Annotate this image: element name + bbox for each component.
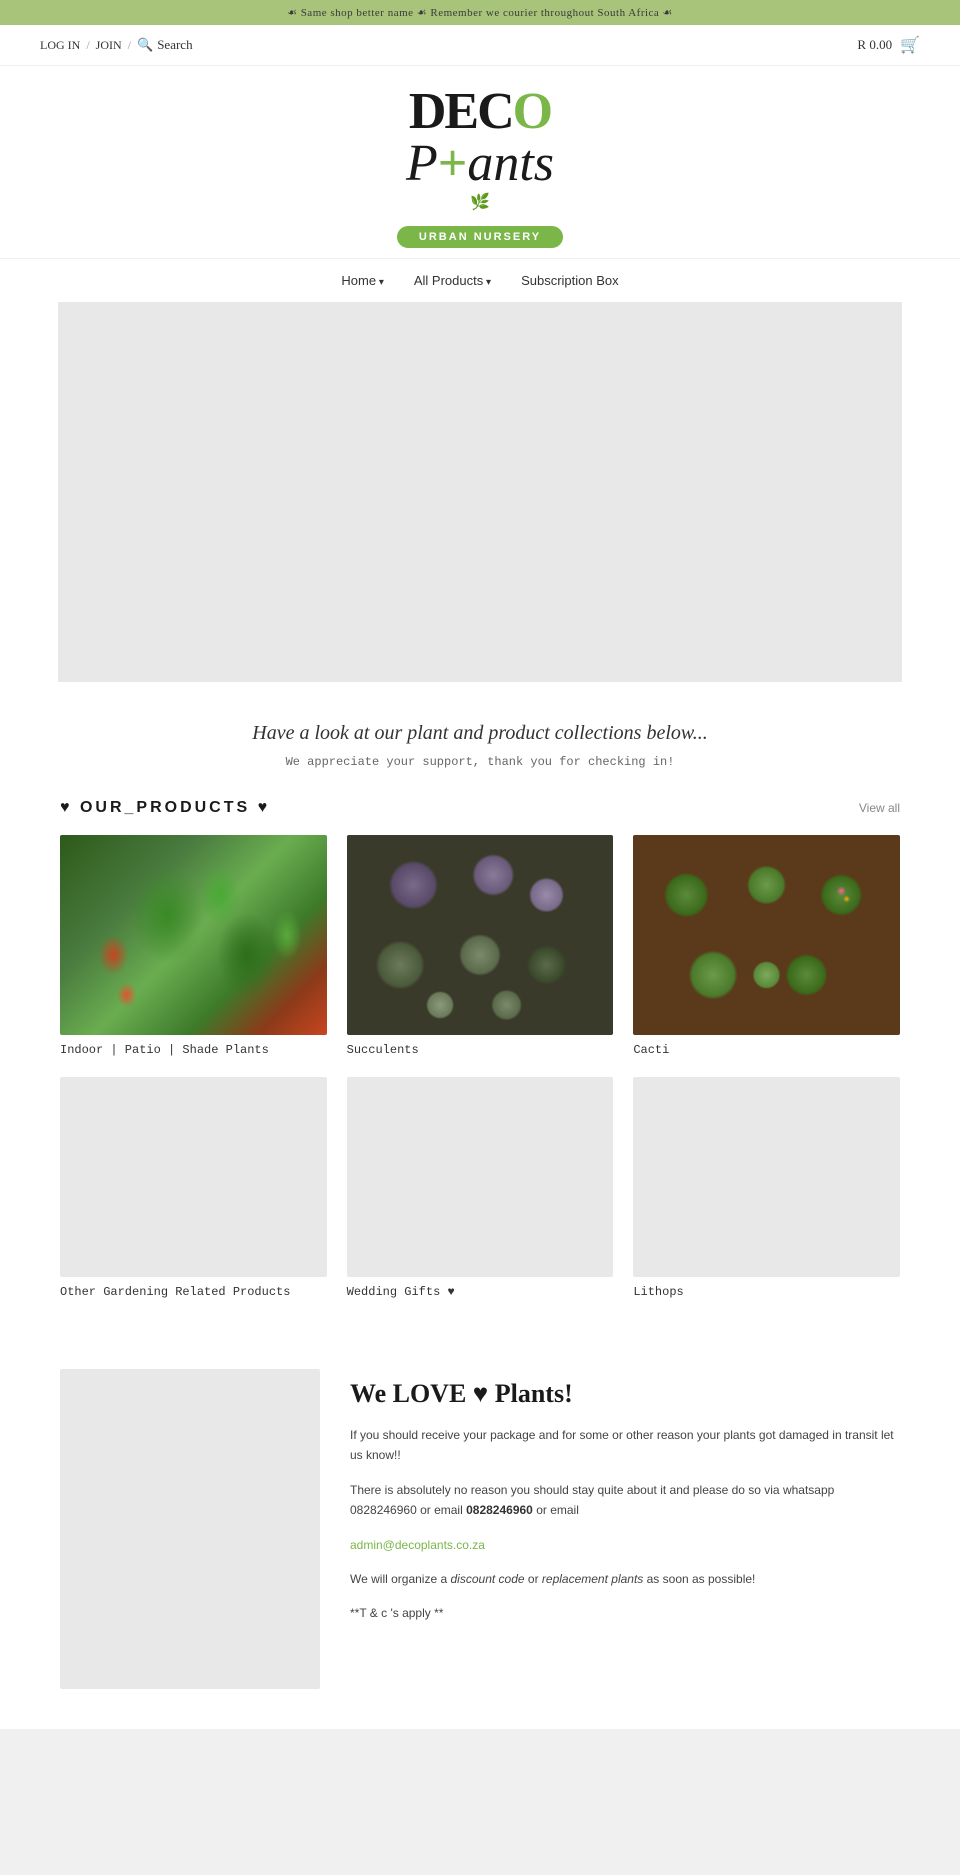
cart-icon[interactable]: 🛒 bbox=[900, 35, 920, 55]
about-p2-or: or email bbox=[536, 1503, 579, 1517]
main-nav: Home All Products Subscription Box bbox=[0, 258, 960, 302]
product-card-indoor[interactable]: Indoor | Patio | Shade Plants bbox=[60, 835, 327, 1057]
logo-ants: ants bbox=[467, 135, 554, 192]
about-paragraph-2: There is absolutely no reason you should… bbox=[350, 1480, 900, 1521]
logo-deco: DECO bbox=[409, 83, 551, 140]
about-email-link[interactable]: admin@decoplants.co.za bbox=[350, 1538, 485, 1552]
intro-section: Have a look at our plant and product col… bbox=[0, 682, 960, 789]
top-banner: ☙ Same shop better name ☙ Remember we co… bbox=[0, 0, 960, 25]
product-label-gardening: Other Gardening Related Products bbox=[60, 1285, 327, 1299]
login-link[interactable]: LOG IN bbox=[40, 38, 80, 53]
nav-home[interactable]: Home bbox=[341, 273, 384, 288]
site-header: LOG IN / JOIN / 🔍 Search R 0.00 🛒 bbox=[0, 25, 960, 66]
product-img-wedding bbox=[347, 1077, 614, 1277]
about-phone: 0828246960 bbox=[466, 1503, 533, 1517]
about-p2-text: There is absolutely no reason you should… bbox=[350, 1483, 834, 1517]
product-label-lithops: Lithops bbox=[633, 1285, 900, 1299]
about-image bbox=[60, 1369, 320, 1689]
product-img-cacti bbox=[633, 835, 900, 1035]
logo-leaf-symbol: 🌿 bbox=[0, 192, 960, 212]
about-paragraph-4: **T & c 's apply ** bbox=[350, 1603, 900, 1623]
product-card-gardening[interactable]: Other Gardening Related Products bbox=[60, 1077, 327, 1299]
product-grid: Indoor | Patio | Shade Plants Succulents… bbox=[60, 835, 900, 1299]
about-p3-post: as soon as possible! bbox=[643, 1572, 755, 1586]
product-img-succulents bbox=[347, 835, 614, 1035]
search-icon: 🔍 bbox=[137, 37, 153, 53]
logo-line1: DECO bbox=[0, 86, 960, 138]
product-img-lithops bbox=[633, 1077, 900, 1277]
product-label-cacti: Cacti bbox=[633, 1043, 900, 1057]
about-p3-pre: We will organize a bbox=[350, 1572, 451, 1586]
about-heading: We LOVE ♥ Plants! bbox=[350, 1379, 900, 1409]
nav-subscription-box[interactable]: Subscription Box bbox=[521, 273, 619, 288]
nav-all-products[interactable]: All Products bbox=[414, 273, 491, 288]
logo-area: DECO P+ants 🌿 URBAN NURSERY bbox=[0, 66, 960, 258]
cart-price: R 0.00 bbox=[857, 37, 892, 53]
product-card-cacti[interactable]: Cacti bbox=[633, 835, 900, 1057]
about-heart: ♥ bbox=[473, 1379, 488, 1408]
about-p3-mid: or bbox=[525, 1572, 542, 1586]
about-text: We LOVE ♥ Plants! If you should receive … bbox=[350, 1369, 900, 1638]
logo-cross: + bbox=[438, 135, 468, 192]
about-p3-italic2: replacement plants bbox=[542, 1572, 643, 1586]
product-label-succulents: Succulents bbox=[347, 1043, 614, 1057]
hero-banner bbox=[58, 302, 903, 682]
search-label: Search bbox=[157, 37, 192, 53]
products-section: ♥ OUR_PRODUCTS ♥ View all Indoor | Patio… bbox=[0, 789, 960, 1349]
product-card-wedding[interactable]: Wedding Gifts ♥ bbox=[347, 1077, 614, 1299]
header-right: R 0.00 🛒 bbox=[857, 35, 920, 55]
products-header: ♥ OUR_PRODUCTS ♥ View all bbox=[60, 799, 900, 817]
join-link[interactable]: JOIN bbox=[96, 38, 122, 53]
view-all-link[interactable]: View all bbox=[859, 801, 900, 815]
product-img-indoor bbox=[60, 835, 327, 1035]
about-section: We LOVE ♥ Plants! If you should receive … bbox=[0, 1349, 960, 1729]
intro-heading: Have a look at our plant and product col… bbox=[20, 722, 940, 745]
products-title: ♥ OUR_PRODUCTS ♥ bbox=[60, 799, 270, 817]
product-card-succulents[interactable]: Succulents bbox=[347, 835, 614, 1057]
about-p3-italic1: discount code bbox=[451, 1572, 525, 1586]
logo-o: O bbox=[513, 83, 551, 140]
search-area[interactable]: 🔍 Search bbox=[137, 37, 193, 53]
logo-line2: P+ants bbox=[0, 138, 960, 190]
about-email-line: admin@decoplants.co.za bbox=[350, 1535, 900, 1555]
logo-p: P bbox=[406, 135, 438, 192]
product-card-lithops[interactable]: Lithops bbox=[633, 1077, 900, 1299]
sep1: / bbox=[86, 38, 89, 53]
sep2: / bbox=[128, 38, 131, 53]
intro-subtext: We appreciate your support, thank you fo… bbox=[20, 755, 940, 769]
header-left: LOG IN / JOIN / 🔍 Search bbox=[40, 37, 193, 53]
about-paragraph-1: If you should receive your package and f… bbox=[350, 1425, 900, 1466]
product-label-wedding: Wedding Gifts ♥ bbox=[347, 1285, 614, 1299]
logo-badge: URBAN NURSERY bbox=[397, 226, 563, 248]
product-img-gardening bbox=[60, 1077, 327, 1277]
product-label-indoor: Indoor | Patio | Shade Plants bbox=[60, 1043, 327, 1057]
banner-text: ☙ Same shop better name ☙ Remember we co… bbox=[287, 7, 673, 19]
about-paragraph-3: We will organize a discount code or repl… bbox=[350, 1569, 900, 1589]
